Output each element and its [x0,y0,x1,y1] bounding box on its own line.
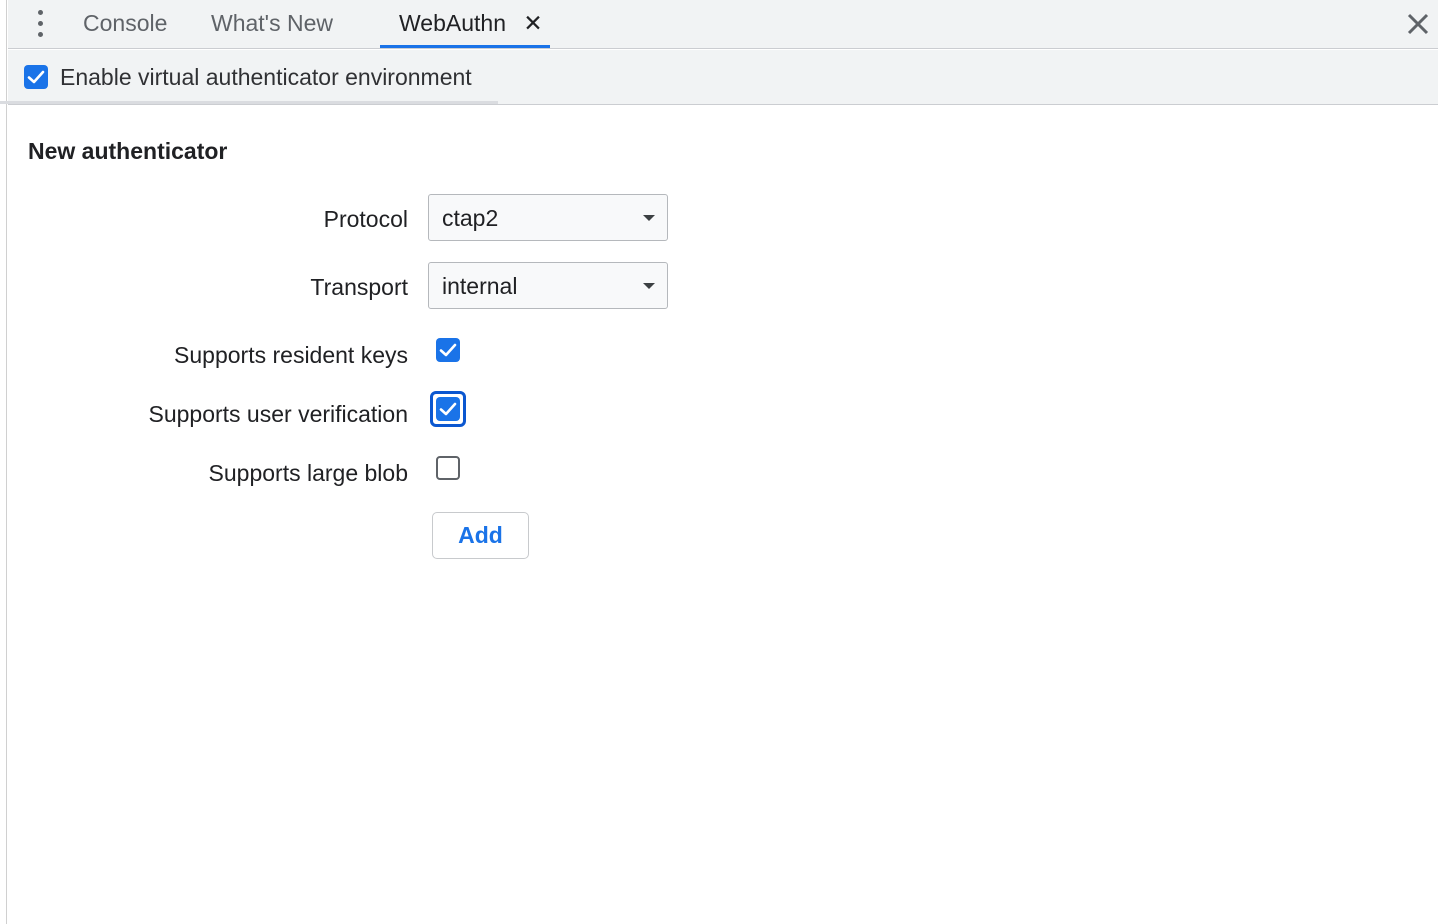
enable-environment-label: Enable virtual authenticator environment [60,64,472,90]
transport-label: Transport [310,274,408,300]
panel-left-edge [0,0,7,924]
tab-bar: Console What's New WebAuthn ✕ [8,0,1438,49]
protocol-value: ctap2 [442,205,499,231]
section-title: New authenticator [28,138,228,164]
protocol-label: Protocol [323,206,408,232]
large-blob-label: Supports large blob [208,460,408,486]
transport-select[interactable]: internal [428,262,668,309]
chevron-down-icon [643,283,655,289]
close-panel-icon[interactable] [1400,6,1436,42]
resident-keys-label: Supports resident keys [174,342,408,368]
chevron-down-icon [643,215,655,221]
tab-webauthn-label: WebAuthn [399,10,506,36]
toolbar-divider [0,101,498,104]
user-verification-checkbox[interactable] [436,397,460,421]
tab-close-icon[interactable]: ✕ [520,8,546,38]
transport-value: internal [442,273,518,299]
tab-console[interactable]: Console [83,0,167,48]
user-verification-label: Supports user verification [148,401,408,427]
enable-environment-checkbox[interactable] [24,65,48,89]
large-blob-checkbox[interactable] [436,456,460,480]
tab-whats-new[interactable]: What's New [211,0,333,48]
add-authenticator-button[interactable]: Add [432,512,529,559]
protocol-select[interactable]: ctap2 [428,194,668,241]
more-vertical-icon[interactable] [34,8,48,40]
resident-keys-checkbox[interactable] [436,338,460,362]
webauthn-toolbar: Enable virtual authenticator environment [8,50,1438,105]
